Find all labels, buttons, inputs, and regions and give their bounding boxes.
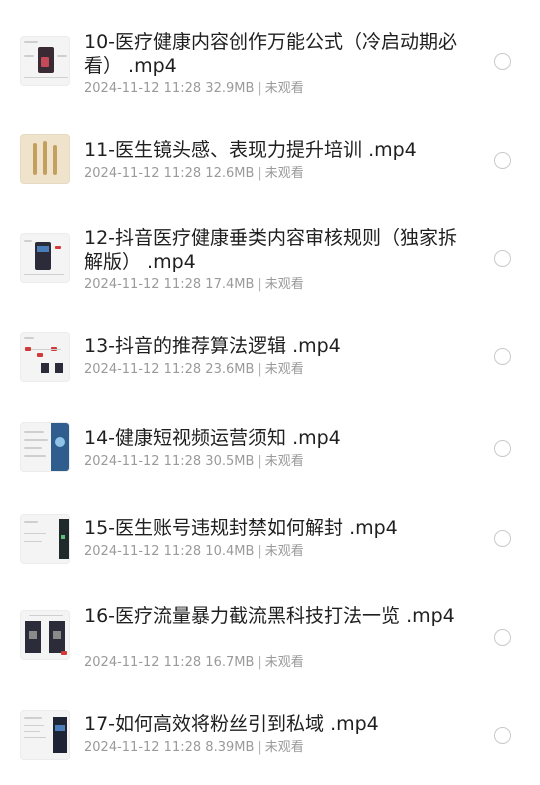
file-meta: 2024-11-12 11:28 12.6MB | 未观看 — [84, 165, 304, 183]
video-thumbnail-icon — [20, 332, 70, 382]
watch-status: 未观看 — [264, 655, 304, 670]
list-item[interactable]: 11-医生镜头感、表现力提升培训 .mp4 2024-11-12 11:28 1… — [0, 110, 540, 202]
watch-status: 未观看 — [264, 277, 304, 292]
list-item[interactable]: 16-医疗流量暴力截流黑科技打法一览 .mp4 2024-11-12 11:28… — [0, 586, 540, 696]
video-thumbnail-icon — [20, 710, 70, 760]
file-meta: 2024-11-12 11:28 30.5MB | 未观看 — [84, 453, 304, 471]
select-radio[interactable] — [494, 152, 511, 169]
select-radio[interactable] — [494, 629, 511, 646]
video-thumbnail-icon — [20, 134, 70, 184]
list-item[interactable]: 17-如何高效将粉丝引到私域 .mp4 2024-11-12 11:28 8.3… — [0, 696, 540, 785]
file-date: 2024-11-12 11:28 — [84, 166, 202, 181]
file-size: 32.9MB — [205, 81, 255, 96]
meta-separator: | — [257, 362, 262, 377]
video-thumbnail-icon — [20, 233, 70, 283]
file-size: 10.4MB — [205, 544, 255, 559]
file-meta: 2024-11-12 11:28 32.9MB | 未观看 — [84, 80, 304, 98]
file-meta: 2024-11-12 11:28 10.4MB | 未观看 — [84, 543, 304, 561]
select-radio[interactable] — [494, 250, 511, 267]
file-size: 16.7MB — [205, 655, 255, 670]
watch-status: 未观看 — [264, 81, 304, 96]
file-meta: 2024-11-12 11:28 16.7MB | 未观看 — [84, 654, 304, 672]
file-title[interactable]: 12-抖音医疗健康垂类内容审核规则（独家拆解版） .mp4 — [84, 226, 464, 274]
watch-status: 未观看 — [264, 362, 304, 377]
file-list: 10-医疗健康内容创作万能公式（冷启动期必看） .mp4 2024-11-12 … — [0, 0, 540, 785]
list-item[interactable]: 10-医疗健康内容创作万能公式（冷启动期必看） .mp4 2024-11-12 … — [0, 0, 540, 110]
file-date: 2024-11-12 11:28 — [84, 544, 202, 559]
file-meta: 2024-11-12 11:28 23.6MB | 未观看 — [84, 361, 304, 379]
meta-separator: | — [257, 277, 262, 292]
file-size: 12.6MB — [205, 166, 255, 181]
video-thumbnail-icon — [20, 514, 70, 564]
file-title[interactable]: 14-健康短视频运营须知 .mp4 — [84, 426, 464, 450]
watch-status: 未观看 — [264, 454, 304, 469]
file-date: 2024-11-12 11:28 — [84, 655, 202, 670]
select-radio[interactable] — [494, 530, 511, 547]
file-size: 17.4MB — [205, 277, 255, 292]
file-date: 2024-11-12 11:28 — [84, 362, 202, 377]
file-title[interactable]: 17-如何高效将粉丝引到私域 .mp4 — [84, 712, 464, 736]
file-meta: 2024-11-12 11:28 8.39MB | 未观看 — [84, 739, 304, 757]
meta-separator: | — [257, 544, 262, 559]
file-date: 2024-11-12 11:28 — [84, 740, 202, 755]
video-thumbnail-icon — [20, 610, 70, 660]
file-title[interactable]: 11-医生镜头感、表现力提升培训 .mp4 — [84, 138, 464, 162]
meta-separator: | — [257, 740, 262, 755]
watch-status: 未观看 — [264, 740, 304, 755]
file-size: 23.6MB — [205, 362, 255, 377]
meta-separator: | — [257, 454, 262, 469]
file-date: 2024-11-12 11:28 — [84, 277, 202, 292]
meta-separator: | — [257, 655, 262, 670]
file-size: 8.39MB — [205, 740, 255, 755]
file-size: 30.5MB — [205, 454, 255, 469]
file-title[interactable]: 16-医疗流量暴力截流黑科技打法一览 .mp4 — [84, 604, 464, 628]
list-item[interactable]: 12-抖音医疗健康垂类内容审核规则（独家拆解版） .mp4 2024-11-12… — [0, 202, 540, 310]
select-radio[interactable] — [494, 53, 511, 70]
meta-separator: | — [257, 166, 262, 181]
file-date: 2024-11-12 11:28 — [84, 454, 202, 469]
file-title[interactable]: 15-医生账号违规封禁如何解封 .mp4 — [84, 516, 464, 540]
list-item[interactable]: 14-健康短视频运营须知 .mp4 2024-11-12 11:28 30.5M… — [0, 402, 540, 494]
list-item[interactable]: 15-医生账号违规封禁如何解封 .mp4 2024-11-12 11:28 10… — [0, 494, 540, 586]
file-date: 2024-11-12 11:28 — [84, 81, 202, 96]
watch-status: 未观看 — [264, 544, 304, 559]
file-title[interactable]: 10-医疗健康内容创作万能公式（冷启动期必看） .mp4 — [84, 30, 464, 78]
video-thumbnail-icon — [20, 422, 70, 472]
file-title[interactable]: 13-抖音的推荐算法逻辑 .mp4 — [84, 334, 464, 358]
file-meta: 2024-11-12 11:28 17.4MB | 未观看 — [84, 276, 304, 294]
select-radio[interactable] — [494, 348, 511, 365]
select-radio[interactable] — [494, 440, 511, 457]
video-thumbnail-icon — [20, 36, 70, 86]
select-radio[interactable] — [494, 727, 511, 744]
meta-separator: | — [257, 81, 262, 96]
list-item[interactable]: 13-抖音的推荐算法逻辑 .mp4 2024-11-12 11:28 23.6M… — [0, 310, 540, 402]
watch-status: 未观看 — [264, 166, 304, 181]
